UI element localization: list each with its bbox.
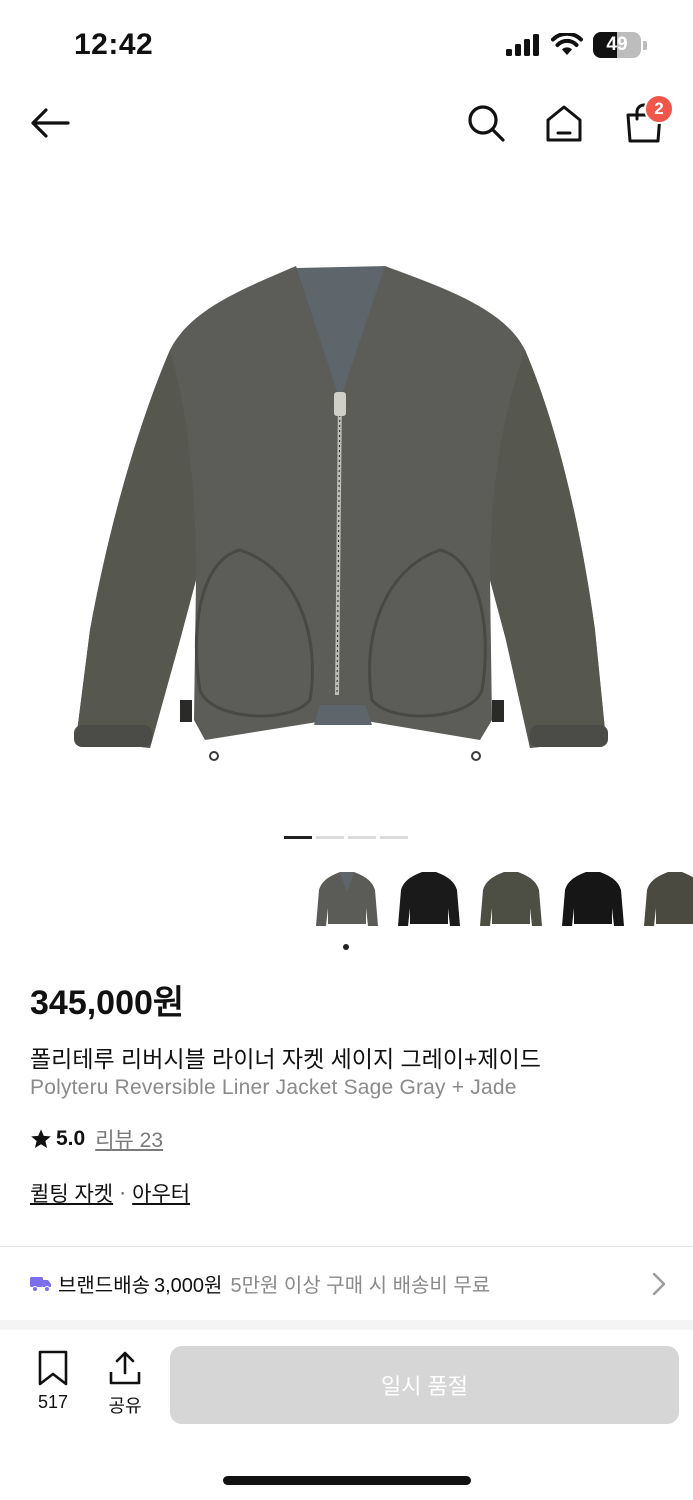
category-breadcrumb: 퀼팅 자켓 · 아우터: [30, 1178, 190, 1208]
product-price: 345,000원: [30, 984, 185, 1022]
free-shipping-note: 5만원 이상 구매 시 배송비 무료: [230, 1274, 491, 1297]
product-title-english: Polyteru Reversible Liner Jacket Sage Gr…: [30, 1076, 517, 1099]
sold-out-button[interactable]: 일시 품절: [170, 1346, 679, 1424]
battery-icon: 49: [593, 32, 647, 58]
delivery-truck-icon: [30, 1277, 51, 1292]
battery-text: 49: [606, 34, 628, 55]
wifi-icon: [551, 33, 583, 55]
color-option-thumbnail[interactable]: [394, 868, 464, 932]
color-option-thumbnail[interactable]: [476, 868, 546, 932]
bookmark-count: 517: [37, 1392, 69, 1412]
color-option-thumbnail[interactable]: [558, 868, 628, 932]
product-image[interactable]: [0, 200, 693, 800]
status-bar: 12:42 49: [0, 0, 693, 90]
shipping-info-row[interactable]: 브랜드배송 3,000원 5만원 이상 구매 시 배송비 무료: [0, 1258, 693, 1308]
bottom-action-bar: 517 공유 일시 품절: [0, 1330, 693, 1500]
cellular-signal-icon: [506, 34, 539, 56]
back-arrow-icon[interactable]: [28, 103, 72, 143]
image-pagination: [284, 836, 408, 839]
product-title-korean: 폴리테루 리버시블 라이너 자켓 세이지 그레이+제이드: [30, 1046, 541, 1072]
pagination-dot: [380, 836, 408, 839]
category-separator: ·: [119, 1181, 127, 1204]
color-option-thumbnail[interactable]: [312, 868, 382, 932]
color-option-thumbnail[interactable]: [640, 868, 693, 932]
home-indicator: [223, 1476, 471, 1485]
section-divider: [0, 1246, 693, 1247]
pagination-dot-active: [284, 836, 312, 839]
selected-thumbnail-dot: [343, 944, 349, 950]
battery-cap: [643, 40, 647, 50]
status-icons: 49: [505, 32, 647, 58]
bookmark-icon: [38, 1350, 68, 1386]
share-label: 공유: [108, 1396, 142, 1416]
share-icon: [109, 1351, 141, 1385]
home-icon[interactable]: [544, 103, 584, 143]
shipping-fee: 3,000원: [154, 1274, 223, 1297]
review-count-link[interactable]: 리뷰 23: [95, 1124, 163, 1154]
rating-row: 5.0 리뷰 23: [30, 1124, 163, 1154]
section-spacer: [0, 1320, 693, 1330]
share-button[interactable]: 공유: [100, 1350, 150, 1420]
thumb-jacket-1: [398, 872, 460, 926]
thumb-jacket-4: [644, 872, 693, 926]
thumb-jacket-3: [562, 872, 624, 926]
pagination-dot: [316, 836, 344, 839]
pagination-dot: [348, 836, 376, 839]
battery-body: 49: [593, 32, 641, 58]
category-link-quilted-jacket[interactable]: 퀼팅 자켓: [30, 1178, 113, 1208]
shipping-label: 브랜드배송: [58, 1274, 150, 1297]
search-icon[interactable]: [466, 103, 506, 143]
status-time: 12:42: [74, 28, 154, 61]
bookmark-button[interactable]: 517: [28, 1350, 78, 1420]
top-nav: 2: [0, 94, 693, 151]
cart-count-badge: 2: [644, 94, 674, 124]
color-thumbnails: [310, 868, 693, 938]
category-link-outer[interactable]: 아우터: [132, 1178, 190, 1208]
chevron-right-icon: [652, 1272, 666, 1296]
thumb-jacket-2: [480, 872, 542, 926]
rating-value: 5.0: [56, 1127, 86, 1150]
star-icon: [31, 1129, 51, 1148]
